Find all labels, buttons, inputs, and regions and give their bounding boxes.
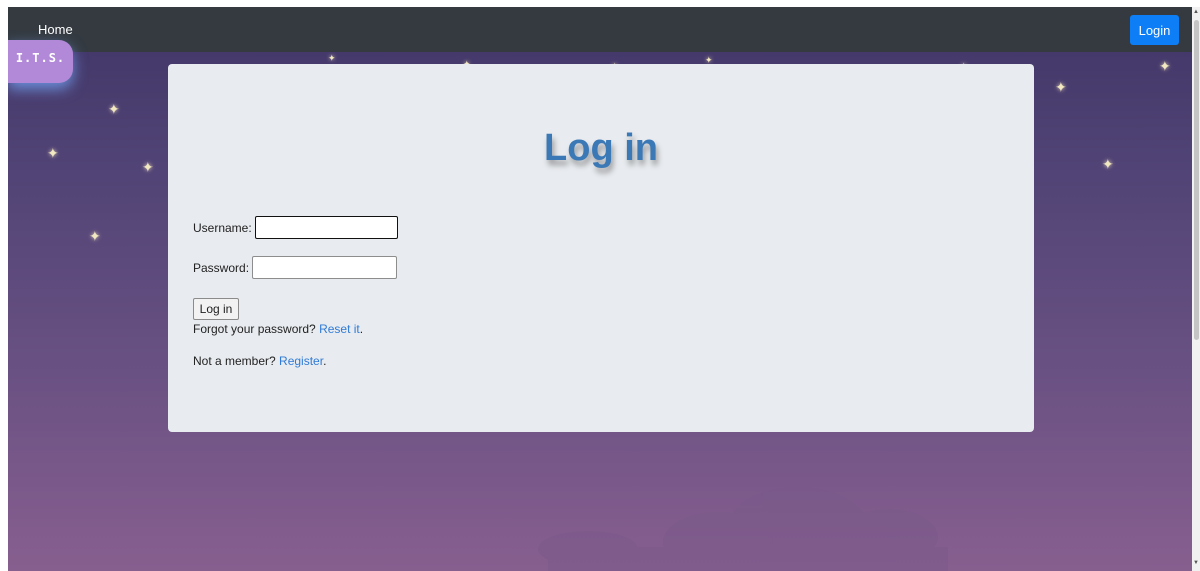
login-submit-button[interactable]: Log in	[193, 298, 239, 320]
password-row: Password:	[193, 256, 398, 279]
star-icon: ✦	[142, 159, 154, 175]
reset-password-link[interactable]: Reset it	[319, 322, 360, 336]
username-label: Username:	[193, 220, 252, 235]
top-navbar: Home Login	[8, 7, 1192, 52]
its-logo[interactable]: I.T.S.	[8, 40, 73, 83]
forgot-suffix: .	[359, 322, 364, 336]
password-input[interactable]	[252, 256, 398, 279]
scroll-down-icon[interactable]: ▼	[1193, 560, 1199, 566]
cloud-icon	[538, 487, 948, 571]
star-icon: ✦	[89, 228, 101, 244]
nav-home-link[interactable]: Home	[38, 22, 73, 37]
star-icon: ✦	[1159, 58, 1171, 74]
forgot-password-text: Forgot your password?	[193, 322, 316, 336]
star-icon: ✦	[108, 101, 120, 117]
username-row: Username:	[193, 216, 398, 239]
star-icon: ✦	[47, 145, 59, 161]
login-card: Log in Username: Password: Log in Forgot…	[168, 64, 1034, 432]
password-label: Password:	[193, 260, 250, 275]
star-icon: ✦	[1055, 79, 1067, 95]
scroll-up-icon[interactable]: ▲	[1193, 9, 1199, 15]
forgot-password-line: Forgot your password? Reset it.	[193, 322, 363, 336]
scrollbar-thumb[interactable]	[1194, 20, 1199, 340]
register-suffix: .	[323, 354, 327, 368]
username-input[interactable]	[254, 216, 398, 239]
register-line: Not a member? Register.	[193, 354, 326, 368]
nav-login-button[interactable]: Login	[1130, 15, 1179, 45]
page-title: Log in	[544, 127, 658, 169]
page-background: ✦ ✦ ✦ ✦ ✦ ✦ ✦ ✦ ✦ ✦ ✦ ✦ Home Login I.T.S…	[8, 7, 1192, 571]
star-icon: ✦	[328, 53, 336, 63]
not-member-text: Not a member?	[193, 354, 276, 368]
star-icon: ✦	[1102, 156, 1114, 172]
register-link[interactable]: Register	[279, 354, 323, 368]
